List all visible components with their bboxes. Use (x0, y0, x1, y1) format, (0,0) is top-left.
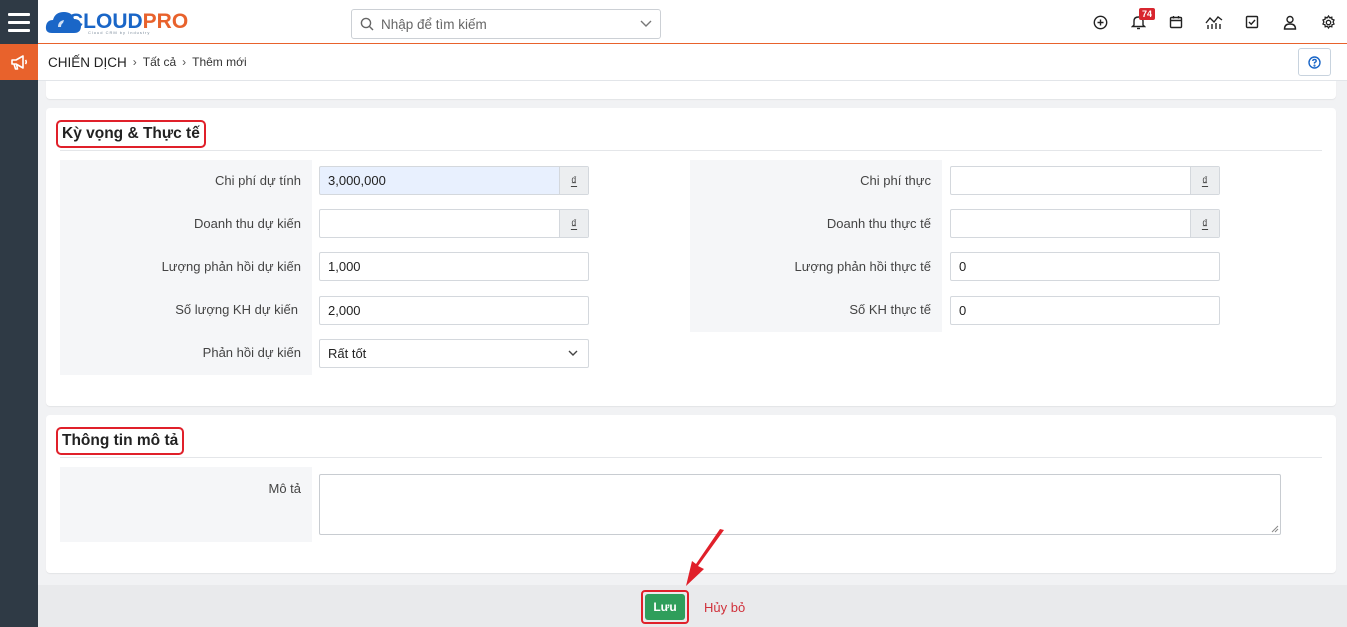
chart-icon (1205, 15, 1223, 29)
tasks-button[interactable] (1233, 0, 1271, 44)
field-label: Mô tả (268, 481, 301, 496)
search-input[interactable]: Nhập để tìm kiếm (381, 17, 640, 32)
resize-handle-icon[interactable] (1270, 524, 1279, 533)
previous-section-card (46, 81, 1336, 99)
form-footer: Lưu Hủy bỏ (38, 585, 1347, 627)
section-title: Thông tin mô tả (56, 427, 185, 455)
actual-cost-input[interactable]: ₫ (950, 166, 1220, 195)
breadcrumb: CHIẾN DỊCH › Tất cả › Thêm mới (38, 44, 1347, 81)
actual-responses-input[interactable]: 0 (950, 252, 1220, 281)
currency-addon: ₫ (559, 210, 588, 237)
description-textarea[interactable] (319, 474, 1281, 535)
expected-cost-input[interactable]: 3,000,000 ₫ (319, 166, 589, 195)
red-arrow-annotation (686, 529, 724, 586)
calendar-icon (1169, 16, 1183, 29)
megaphone-icon (11, 55, 28, 70)
breadcrumb-item-new: Thêm mới (192, 55, 247, 69)
left-sidebar (0, 0, 38, 627)
checkbox-icon (1245, 15, 1259, 29)
breadcrumb-module[interactable]: CHIẾN DỊCH (48, 55, 127, 70)
plus-circle-icon (1093, 15, 1107, 29)
menu-icon[interactable] (0, 0, 38, 44)
notification-badge: 74 (1139, 8, 1156, 20)
global-search[interactable]: Nhập để tìm kiếm (351, 9, 661, 39)
logo-tagline: Cloud CRM by Industry (88, 30, 151, 35)
chevron-down-icon (568, 350, 578, 356)
expected-response-select[interactable]: Rất tốt (319, 339, 589, 368)
expected-customers-input[interactable]: 2,000 (319, 296, 589, 325)
currency-addon: ₫ (1190, 210, 1219, 237)
field-label: Doanh thu dự kiến (194, 216, 301, 231)
expected-revenue-input[interactable]: ₫ (319, 209, 589, 238)
field-label: Chi phí dự tính (214, 173, 301, 188)
reports-button[interactable] (1195, 0, 1233, 44)
field-label: Phản hồi dự kiến (202, 345, 301, 360)
chevron-down-icon[interactable] (640, 20, 652, 28)
actual-customers-input[interactable]: 0 (950, 296, 1220, 325)
cloudpro-logo[interactable]: CLOUDPRO Cloud CRM by Industry (44, 5, 188, 39)
field-label: Chi phí thực (860, 173, 931, 188)
section-divider (60, 457, 1322, 458)
currency-addon: ₫ (1190, 167, 1219, 194)
save-button[interactable]: Lưu (645, 594, 685, 620)
main-content: Kỳ vọng & Thực tế Chi phí dự tính 3,000,… (38, 81, 1347, 585)
add-button[interactable] (1081, 0, 1119, 44)
expected-responses-input[interactable]: 1,000 (319, 252, 589, 281)
calendar-button[interactable] (1157, 0, 1195, 44)
header-actions: 74 (1081, 0, 1347, 44)
help-button[interactable] (1298, 48, 1331, 76)
currency-addon: ₫ (559, 167, 588, 194)
actual-revenue-input[interactable]: ₫ (950, 209, 1220, 238)
notifications-button[interactable]: 74 (1119, 0, 1157, 44)
cancel-link[interactable]: Hủy bỏ (704, 600, 745, 615)
description-label-column (60, 467, 312, 542)
breadcrumb-separator: › (182, 55, 187, 69)
user-icon (1283, 15, 1297, 30)
top-header: CLOUDPRO Cloud CRM by Industry Nhập để t… (38, 0, 1347, 44)
search-icon (360, 17, 374, 31)
expectation-actual-section: Kỳ vọng & Thực tế Chi phí dự tính 3,000,… (46, 108, 1336, 406)
field-label: Số lượng KH dự kiến (175, 302, 298, 317)
field-label: Số KH thực tế (849, 302, 931, 317)
save-button-highlight: Lưu (641, 590, 689, 624)
section-title: Kỳ vọng & Thực tế (56, 120, 206, 148)
profile-button[interactable] (1271, 0, 1309, 44)
field-label: Lượng phản hồi thực tế (794, 259, 931, 274)
breadcrumb-separator: › (132, 55, 137, 69)
gear-icon (1321, 14, 1335, 29)
settings-button[interactable] (1309, 0, 1347, 44)
field-label: Lượng phản hồi dự kiến (161, 259, 301, 274)
field-label: Doanh thu thực tế (826, 216, 931, 231)
breadcrumb-item-all[interactable]: Tất cả (143, 55, 176, 69)
question-circle-icon (1308, 55, 1321, 69)
section-divider (60, 150, 1322, 151)
campaign-module-tab[interactable] (0, 44, 38, 80)
